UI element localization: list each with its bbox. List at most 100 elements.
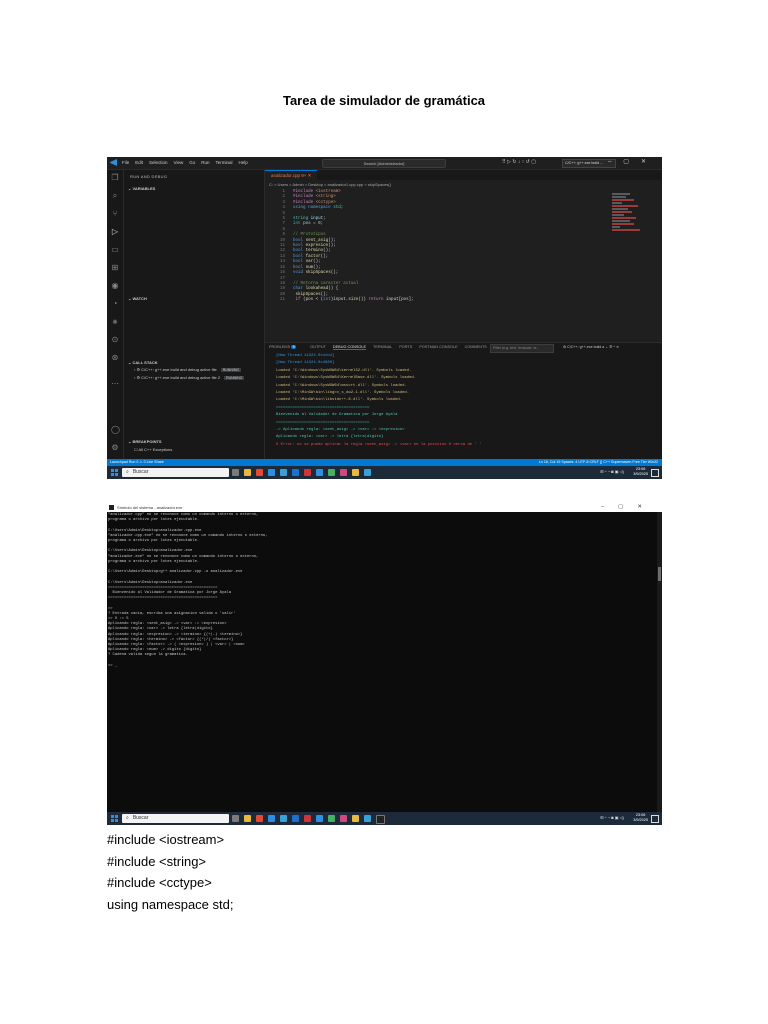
document-title: Tarea de simulador de gramática	[282, 93, 486, 108]
store-icon[interactable]	[280, 815, 287, 822]
app-icon[interactable]	[340, 469, 347, 476]
breakpoints-section[interactable]: ⌄ BREAKPOINTS	[128, 439, 162, 444]
menu-item-view[interactable]: View	[174, 160, 184, 165]
debug-toolbar[interactable]: ⠿ ▷ ↻ ↓ ↑ ↺ ▢	[502, 159, 536, 165]
code-token: ;	[320, 222, 324, 227]
remote-explorer-icon[interactable]: ▭	[111, 246, 119, 254]
cmd-taskbar-icon[interactable]	[376, 815, 385, 824]
app-icon[interactable]	[352, 469, 359, 476]
explorer-icon[interactable]: ❐	[111, 174, 119, 182]
word-icon[interactable]	[292, 469, 299, 476]
panel-tab-comments[interactable]: COMMENTS	[465, 345, 487, 349]
panel-tab-debug-console[interactable]: DEBUG CONSOLE	[332, 345, 367, 350]
code-token: )input.	[330, 298, 349, 303]
menu-item-help[interactable]: Help	[239, 160, 248, 165]
start-button-icon[interactable]	[111, 469, 118, 476]
panel-tab-postman-console[interactable]: POSTMAN CONSOLE	[419, 345, 457, 349]
search-icon[interactable]: ⌕	[111, 192, 119, 200]
call-stack-section[interactable]: ⌄ CALL STACK	[128, 360, 158, 365]
code-line[interactable]: 21 if (pos < (int)input.size()) return i…	[265, 298, 615, 303]
breakpoint-item[interactable]: ☐ All C++ Exceptions	[134, 447, 172, 452]
app-icon[interactable]	[328, 815, 335, 822]
extension-panel-icon[interactable]: ⊛	[111, 354, 119, 362]
command-search-input[interactable]: Search [Administrador]	[322, 159, 446, 168]
call-stack-item[interactable]: › ⚙ C/C++: g++.exe build and debug activ…	[134, 375, 245, 380]
window-controls[interactable]: –▢✕	[608, 158, 658, 165]
postman-icon[interactable]: ⨳	[111, 318, 119, 326]
panel-run-config[interactable]: ⚙ C/C++: g++.exe build a ⌄ ☰ ^ ✕	[563, 345, 619, 349]
editor-tab[interactable]: analizador.cpp 9+ ✕	[265, 170, 318, 181]
menu-item-selection[interactable]: Selection	[149, 160, 168, 165]
chrome-icon[interactable]	[256, 815, 263, 822]
app-icon[interactable]	[328, 469, 335, 476]
notification-icon[interactable]	[651, 469, 659, 477]
scrollbar-thumb[interactable]	[658, 567, 661, 581]
app-icon[interactable]	[364, 469, 371, 476]
more-icon[interactable]: ⋯	[111, 380, 119, 388]
pdf-icon[interactable]	[304, 815, 311, 822]
panel-tab-problems[interactable]: PROBLEMS 9	[269, 345, 303, 349]
app-icon[interactable]	[352, 815, 359, 822]
panel-tabs[interactable]: PROBLEMS 9 OUTPUT DEBUG CONSOLE TERMINAL POR…	[269, 345, 494, 350]
mail-icon[interactable]	[316, 815, 323, 822]
app-icon[interactable]	[364, 815, 371, 822]
variables-section[interactable]: ⌄ VARIABLES	[128, 186, 155, 191]
menu-item-go[interactable]: Go	[189, 160, 195, 165]
code-lines[interactable]: 1 #include <iostream> 2 #include <string> 3 #…	[265, 190, 615, 304]
status-left[interactable]: Launchpad Run 0 ⚠ 0 Live Share	[110, 459, 164, 466]
breadcrumb[interactable]: C: > Users > Admin > Desktop > analizado…	[269, 182, 391, 187]
live-share-icon[interactable]: ◔	[111, 300, 119, 308]
taskbar-search-input[interactable]: ⌕ Buscar	[122, 814, 229, 823]
word-icon[interactable]	[292, 815, 299, 822]
file-explorer-icon[interactable]	[244, 815, 251, 822]
panel-tab-terminal[interactable]: TERMINAL	[373, 345, 392, 349]
panel-tab-output[interactable]: OUTPUT	[310, 345, 326, 349]
task-view-icon[interactable]	[232, 469, 239, 476]
menu-item-file[interactable]: File	[122, 160, 129, 165]
code-token: // Prototipos	[293, 233, 326, 238]
pdf-icon[interactable]	[304, 469, 311, 476]
code-token: <cctype>	[315, 200, 336, 205]
menu-item-run[interactable]: Run	[201, 160, 209, 165]
vscode-taskbar-icon[interactable]	[268, 815, 275, 822]
cmd-output[interactable]: "analizador.cpp" no se reconoce como un …	[108, 513, 268, 669]
taskbar-search-input[interactable]: ⌕ Buscar	[122, 468, 229, 477]
task-view-icon[interactable]	[232, 815, 239, 822]
taskbar-clock[interactable]: 23:06 3/9/2025	[633, 467, 648, 477]
menu-item-terminal[interactable]: Terminal	[216, 160, 233, 165]
call-stack-item[interactable]: › ⚙ C/C++: g++.exe build and debug activ…	[134, 367, 242, 372]
minimap[interactable]	[612, 192, 642, 332]
search-icon: ⌕	[126, 469, 129, 475]
github-icon[interactable]: ⊙	[111, 336, 119, 344]
file-explorer-icon[interactable]	[244, 469, 251, 476]
panel-tab-ports[interactable]: PORTS	[399, 345, 412, 349]
vscode-logo-icon	[110, 159, 117, 166]
taskbar-clock[interactable]: 23:06 3/9/2025	[633, 813, 648, 823]
mail-icon[interactable]	[316, 469, 323, 476]
code-line: #include <string>	[107, 853, 207, 869]
console-line: -> Aplicando regla: <sent_asig> -> <var>…	[276, 428, 405, 433]
notification-icon[interactable]	[651, 815, 659, 823]
menu-bar: File Edit Selection View Go Run Terminal Help	[122, 160, 254, 165]
menu-item-edit[interactable]: Edit	[135, 160, 143, 165]
chrome-icon[interactable]	[256, 469, 263, 476]
testing-icon[interactable]: ◉	[111, 282, 119, 290]
start-button-icon[interactable]	[111, 815, 118, 822]
run-debug-icon[interactable]: ▷	[111, 228, 119, 236]
settings-gear-icon[interactable]: ⚙	[111, 444, 119, 452]
vscode-taskbar-icon[interactable]	[268, 469, 275, 476]
watch-section[interactable]: ⌄ WATCH	[128, 296, 147, 301]
store-icon[interactable]	[280, 469, 287, 476]
window-controls[interactable]: –▢✕	[601, 503, 656, 512]
status-right[interactable]: Ln 16, Col 19 Spaces: 4 UTF-8 CRLF {} C+…	[539, 459, 658, 466]
console-filter-input[interactable]: Filter (e.g. text, !exclude, \e...	[490, 344, 554, 353]
scrollbar[interactable]	[657, 512, 662, 812]
extensions-icon[interactable]: ⊞	[111, 264, 119, 272]
source-control-icon[interactable]: ⑂	[111, 210, 119, 218]
taskbar-search-label: Buscar	[132, 469, 149, 475]
code-token: ();	[328, 244, 336, 249]
app-icon[interactable]	[340, 815, 347, 822]
system-tray[interactable]: ⊞ ^ ◔ ◙ ▣ ◁)	[600, 469, 624, 474]
account-icon[interactable]: ◯	[111, 426, 120, 434]
system-tray[interactable]: ⊞ ^ ◔ ◙ ▣ ◁)	[600, 815, 624, 820]
